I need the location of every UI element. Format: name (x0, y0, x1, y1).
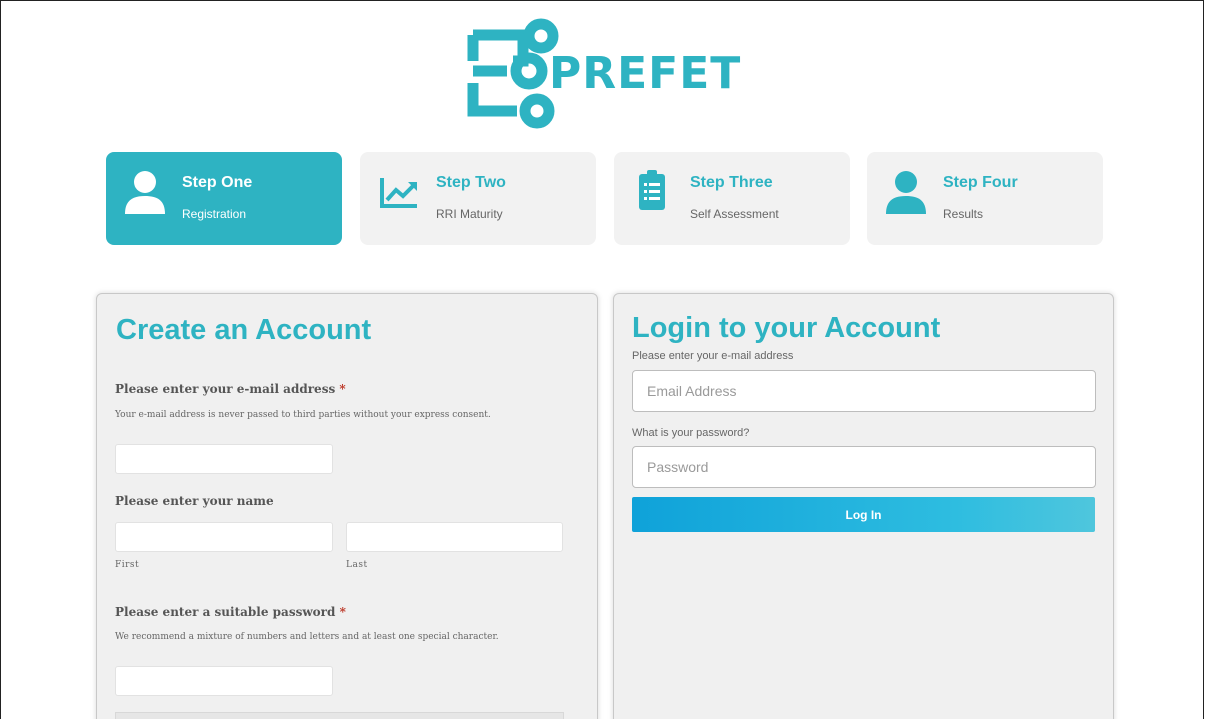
clipboard-icon (639, 170, 665, 210)
login-panel: Login to your Account Please enter your … (613, 293, 1114, 719)
step-title: Step One (182, 174, 253, 191)
password-help: We recommend a mixture of numbers and le… (115, 632, 499, 642)
step-four-card[interactable]: Step Four Results (867, 152, 1103, 245)
page: PREFET Step One Registration Step Two RR… (0, 0, 1204, 719)
last-sublabel: Last (346, 560, 368, 570)
step-title: Step Four (943, 174, 1018, 191)
step-subtitle: Registration (182, 207, 247, 221)
required-mark: * (339, 605, 346, 619)
login-email-label: Please enter your e-mail address (632, 350, 794, 362)
user-icon (886, 171, 926, 214)
email-label: Please enter your e-mail address * (115, 382, 346, 396)
last-name-input[interactable] (346, 522, 563, 552)
step-three-card[interactable]: Step Three Self Assessment (614, 152, 850, 245)
login-email-input[interactable] (632, 370, 1096, 412)
name-label: Please enter your name (115, 494, 274, 508)
step-subtitle: RRI Maturity (436, 207, 503, 221)
login-password-input[interactable] (632, 446, 1096, 488)
first-name-input[interactable] (115, 522, 333, 552)
chart-icon (380, 178, 417, 208)
required-mark: * (339, 382, 346, 396)
email-label-text: Please enter your e-mail address (115, 382, 336, 396)
login-password-label: What is your password? (632, 427, 750, 439)
password-label-text: Please enter a suitable password (115, 605, 336, 619)
step-title: Step Three (690, 174, 773, 191)
login-heading: Login to your Account (632, 312, 941, 344)
step-title: Step Two (436, 174, 506, 191)
step-one-card[interactable]: Step One Registration (106, 152, 342, 245)
password-label: Please enter a suitable password * (115, 605, 346, 619)
step-subtitle: Results (943, 207, 984, 221)
brand-name: PREFET (549, 48, 742, 99)
register-password-input[interactable] (115, 666, 333, 696)
register-email-input[interactable] (115, 444, 333, 474)
password-confirm-box[interactable] (115, 712, 564, 719)
first-sublabel: First (115, 560, 140, 570)
login-button[interactable]: Log In (632, 497, 1095, 532)
step-two-card[interactable]: Step Two RRI Maturity (360, 152, 596, 245)
create-account-panel: Create an Account Please enter your e-ma… (96, 293, 598, 719)
step-subtitle: Self Assessment (690, 207, 779, 221)
email-help: Your e-mail address is never passed to t… (115, 410, 491, 420)
create-account-heading: Create an Account (116, 314, 372, 346)
user-icon (125, 171, 165, 214)
